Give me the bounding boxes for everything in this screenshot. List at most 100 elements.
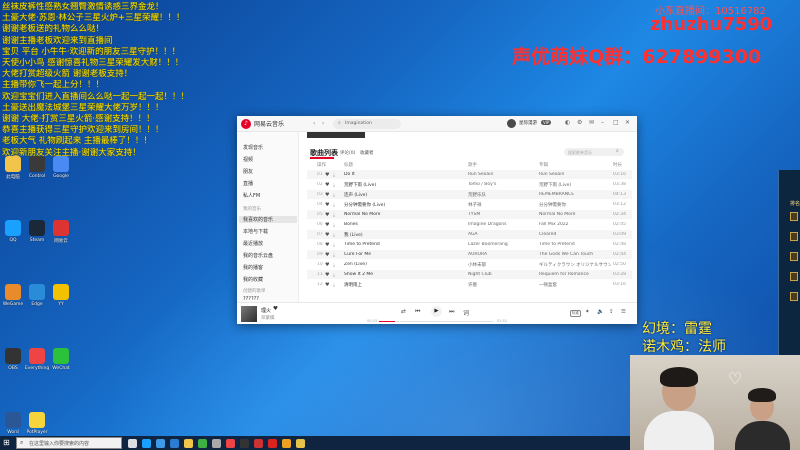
- heart-icon[interactable]: ♥: [325, 182, 329, 188]
- download-icon[interactable]: ⤓: [333, 272, 335, 278]
- edge-icon[interactable]: [142, 439, 151, 448]
- wechat-icon[interactable]: [198, 439, 207, 448]
- download-icon[interactable]: ⤓: [333, 212, 335, 218]
- heart-icon[interactable]: ♥: [325, 202, 329, 208]
- lyrics-icon[interactable]: 词: [463, 308, 469, 317]
- desktop-icon[interactable]: PotPlayer: [26, 412, 48, 435]
- heart-icon[interactable]: ♥: [325, 282, 329, 288]
- col-title[interactable]: 标题: [344, 162, 353, 168]
- heart-icon[interactable]: ♥: [325, 232, 329, 238]
- forward-icon[interactable]: ›: [322, 120, 324, 127]
- table-row[interactable]: 11 Show It 2 Me Night Club Requiem for Roma…: [307, 270, 632, 279]
- play-button[interactable]: ▶: [431, 306, 442, 317]
- desktop-icon[interactable]: WeGame: [2, 284, 24, 307]
- desktop-icon[interactable]: 网易云: [50, 220, 72, 244]
- skin-icon[interactable]: ◐: [565, 119, 570, 126]
- next-icon[interactable]: ⏭: [449, 308, 454, 316]
- sidebar-item-local[interactable]: 本地与下载: [243, 228, 268, 235]
- sidebar-item-discover[interactable]: 发现音乐: [243, 144, 263, 151]
- minimize-icon[interactable]: –: [601, 119, 604, 126]
- avatar[interactable]: [507, 119, 516, 128]
- tab-subscribers[interactable]: 收藏者: [360, 150, 374, 156]
- download-icon[interactable]: ⤓: [333, 242, 335, 248]
- obs-icon[interactable]: [240, 439, 249, 448]
- chrome-icon[interactable]: [170, 439, 179, 448]
- heart-icon[interactable]: ♥: [325, 262, 329, 268]
- col-album[interactable]: 专辑: [539, 162, 548, 168]
- back-icon[interactable]: ‹: [313, 120, 315, 127]
- desktop-icon[interactable]: YY: [50, 284, 72, 307]
- now-playing-cover[interactable]: [241, 306, 257, 322]
- desktop-icon[interactable]: Edge: [26, 284, 48, 307]
- gear-icon[interactable]: ⚙: [577, 119, 582, 126]
- sidebar-item-liked[interactable]: 我喜欢的音乐: [239, 216, 297, 223]
- user-name[interactable]: 星际漫游: [519, 120, 537, 126]
- table-row[interactable]: 05 Normal No More TYSM Normal No More 02:34 ♥…: [307, 210, 632, 219]
- download-icon[interactable]: ⤓: [333, 262, 335, 268]
- table-row[interactable]: 07 我 (Live) AGA Cleared 03:09 ♥ ⤓: [307, 230, 632, 239]
- desktop-icon[interactable]: Google: [50, 156, 72, 179]
- netease-music-icon[interactable]: [268, 439, 277, 448]
- table-row[interactable]: 09 Cure For Me AURORA The Gods We Can Touch…: [307, 250, 632, 259]
- col-action[interactable]: 操作: [317, 162, 326, 168]
- table-row[interactable]: 03 连声 (Live) 荒野乐队 REMEMBRANCE 04:13 ♥ ⤓: [307, 190, 632, 199]
- desktop-icon[interactable]: QQ: [2, 220, 24, 243]
- playlist-search-input[interactable]: 搜索歌单音乐: [564, 148, 624, 156]
- search-input[interactable]: Imagination: [333, 119, 401, 129]
- shuffle-icon[interactable]: ⇄: [401, 308, 406, 315]
- download-icon[interactable]: ⤓: [333, 252, 335, 258]
- game-icon[interactable]: [282, 439, 291, 448]
- sidebar-item-podcast[interactable]: 我的播客: [243, 264, 263, 271]
- download-icon[interactable]: ⤓: [333, 232, 335, 238]
- download-icon[interactable]: ⤓: [333, 282, 335, 288]
- table-row[interactable]: 12 清明雨上 许嵩 一顿盒套 03:16 ♥ ⤓: [307, 280, 632, 289]
- desktop-icon[interactable]: Word: [2, 412, 24, 435]
- heart-icon[interactable]: ♥: [273, 306, 278, 312]
- desktop-icon[interactable]: WeChat: [50, 348, 72, 371]
- desktop-icon[interactable]: OBS: [2, 348, 24, 371]
- download-icon[interactable]: ⤓: [333, 172, 335, 178]
- now-playing-title[interactable]: 理火: [261, 307, 271, 314]
- table-row[interactable]: 10 Zen (Live) 小林未郁 ギルティクラウン オリジナルサウンド 02:50 ♥…: [307, 260, 632, 269]
- heart-icon[interactable]: ♥: [325, 222, 329, 228]
- quality-badge[interactable]: 标准: [570, 310, 581, 317]
- table-row[interactable]: 01 Do It Run Seoain Run Seoain 03:16 ♥ ⤓: [307, 170, 632, 179]
- heart-icon[interactable]: ♥: [325, 172, 329, 178]
- windows-start-icon[interactable]: ⊞: [3, 439, 10, 447]
- desktop-icon[interactable]: Steam: [26, 220, 48, 243]
- heart-icon[interactable]: ♥: [325, 212, 329, 218]
- download-icon[interactable]: ⤓: [333, 222, 335, 228]
- share-icon[interactable]: ⇪: [609, 309, 614, 315]
- close-icon[interactable]: ✕: [625, 119, 630, 126]
- app-icon[interactable]: [296, 439, 305, 448]
- progress-track[interactable]: [379, 320, 493, 322]
- task-view-icon[interactable]: [128, 439, 137, 448]
- sidebar-item-recent[interactable]: 最近播放: [243, 240, 263, 247]
- effects-icon[interactable]: ✦: [585, 309, 590, 315]
- playlist-icon[interactable]: ☰: [621, 309, 626, 315]
- download-icon[interactable]: ⤓: [333, 182, 335, 188]
- sidebar-item-fm[interactable]: 私人FM: [243, 192, 260, 199]
- settings-icon[interactable]: [212, 439, 221, 448]
- sidebar-item-video[interactable]: 视频: [243, 156, 253, 163]
- prev-icon[interactable]: ⏮: [415, 308, 420, 316]
- now-playing-artist[interactable]: 邓紫棋: [261, 315, 275, 321]
- app-icon[interactable]: [254, 439, 263, 448]
- col-duration[interactable]: 时长: [613, 162, 622, 168]
- desktop-icon[interactable]: Everything: [25, 348, 49, 371]
- download-icon[interactable]: ⤓: [333, 202, 335, 208]
- table-row[interactable]: 02 荒野下雨 (Live) Tomo / Boy's 荒野下雨 (Live) 03:3…: [307, 180, 632, 189]
- music-app-window[interactable]: ♪ 网易云音乐 ‹ › Imagination ⌕ 星际漫游 VIP ◐ ⚙ ✉…: [237, 116, 637, 324]
- sidebar-item-live[interactable]: 直播: [243, 180, 253, 187]
- title-bar[interactable]: ♪ 网易云音乐 ‹ › Imagination ⌕ 星际漫游 VIP ◐ ⚙ ✉…: [237, 116, 637, 132]
- folder-icon[interactable]: [184, 439, 193, 448]
- heart-icon[interactable]: ♥: [325, 252, 329, 258]
- col-artist[interactable]: 歌手: [468, 162, 477, 168]
- download-icon[interactable]: ⤓: [333, 192, 335, 198]
- desktop-icon[interactable]: 此电脑: [2, 156, 24, 180]
- heart-icon[interactable]: ♥: [325, 242, 329, 248]
- heart-icon[interactable]: ♥: [325, 272, 329, 278]
- sidebar-item-friends[interactable]: 朋友: [243, 168, 253, 175]
- desktop-icon[interactable]: Control: [26, 156, 48, 179]
- table-row[interactable]: 08 Time to Pretend Lazer Boomerang Time to …: [307, 240, 632, 249]
